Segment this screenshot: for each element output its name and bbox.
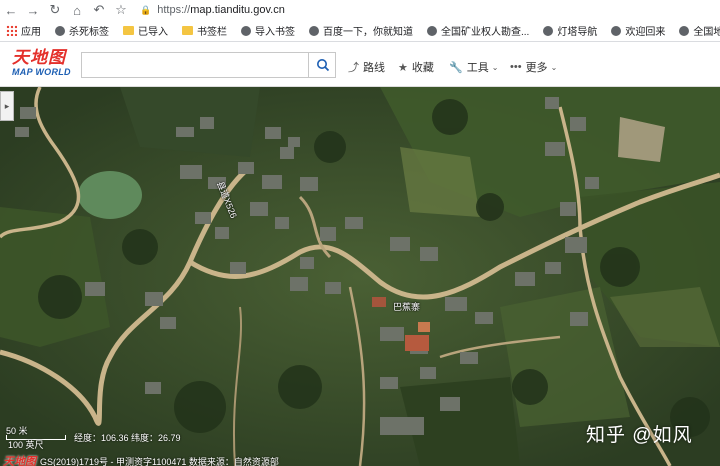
bookmark-label: 全国地质资料馆	[693, 27, 720, 38]
village-label: 巴蕉寨	[393, 302, 421, 312]
tools-menu[interactable]: 🔧 工具 ⌄	[449, 59, 502, 75]
reload-icon[interactable]: ↻	[44, 0, 66, 20]
bookmark-item[interactable]: 杀死标签	[55, 23, 109, 38]
apps-grid-icon	[6, 25, 17, 36]
logo-chinese: 天地图	[12, 48, 66, 68]
bookmark-item[interactable]: 全国地质资料馆	[679, 23, 720, 38]
folder-icon	[182, 26, 193, 35]
tools-label: 工具	[466, 62, 489, 74]
back-arrow-icon[interactable]: ←	[0, 0, 22, 20]
undo-icon[interactable]: ↶	[88, 0, 110, 20]
bookmark-item[interactable]: 书签栏	[182, 23, 227, 38]
more-dots-icon: •••	[510, 61, 522, 73]
globe-icon	[55, 25, 65, 36]
folder-icon	[123, 26, 134, 35]
globe-icon	[679, 25, 690, 36]
route-icon: ⤴	[348, 62, 359, 74]
address-bar[interactable]: 🔒 https:// map.tianditu.gov.cn	[140, 2, 718, 18]
globe-icon	[611, 25, 622, 36]
tianditu-logo[interactable]: 天地图 MAP WORLD	[12, 50, 72, 80]
chevron-down-icon: ⌄	[550, 62, 558, 72]
globe-icon	[241, 25, 251, 36]
scale-imperial: 100 英尺	[8, 440, 44, 450]
forward-arrow-icon[interactable]: →	[22, 0, 44, 20]
url-scheme: https://	[157, 4, 191, 16]
bookmarks-bar: 应用 杀死标签 已导入 书签栏 导入书签 百度一下，你就知道 全国矿业权人勘查... 灯塔导航…	[0, 20, 720, 42]
wrench-icon: 🔧	[449, 61, 463, 74]
satellite-imagery	[0, 87, 720, 466]
bookmark-item[interactable]: 百度一下，你就知道	[309, 23, 413, 38]
favorites-label: 收藏	[411, 62, 434, 74]
copyright-text: GS(2019)1719号 - 甲测资字1100471 数据来源：自然资源部	[40, 457, 279, 466]
lock-icon: 🔒	[140, 4, 152, 15]
logo-english: MAP WORLD	[12, 67, 71, 77]
browser-toolbar: ← → ↻ ⌂ ↶ ☆ 🔒 https:// map.tianditu.gov.…	[0, 0, 720, 20]
more-menu[interactable]: ••• 更多 ⌄	[510, 59, 561, 75]
bookmark-item[interactable]: 已导入	[123, 23, 168, 38]
bookmark-item[interactable]: 全国矿业权人勘查...	[427, 23, 529, 38]
more-label: 更多	[525, 62, 548, 74]
url-host: map.tianditu.gov.cn	[190, 4, 285, 16]
search-icon	[316, 59, 329, 72]
home-icon[interactable]: ⌂	[66, 0, 88, 20]
bookmark-label: 导入书签	[255, 27, 295, 38]
star-bookmark-icon[interactable]: ☆	[110, 0, 132, 20]
bookmark-item[interactable]: 应用	[6, 23, 41, 38]
search-input[interactable]	[81, 52, 336, 78]
star-icon: ★	[398, 61, 408, 74]
site-header: 天地图 MAP WORLD ⤴ 路线 ★ 收藏 🔧 工具 ⌄ ••• 更多 ⌄	[0, 42, 720, 87]
sidebar-toggle-arrow-icon[interactable]: ▸	[0, 91, 14, 121]
bookmark-label: 书签栏	[197, 27, 227, 38]
bookmark-item[interactable]: 灯塔导航	[543, 23, 597, 38]
route-label: 路线	[363, 62, 385, 74]
bookmark-item[interactable]: 欢迎回来	[611, 23, 665, 38]
coordinate-readout: 经度：106.36 纬度：26.79	[74, 433, 181, 443]
bookmark-label: 灯塔导航	[557, 27, 598, 38]
bookmark-label: 欢迎回来	[625, 27, 666, 38]
globe-icon	[427, 25, 437, 36]
route-menu[interactable]: ⤴ 路线	[348, 59, 385, 75]
bookmark-label: 杀死标签	[69, 27, 109, 38]
search-button[interactable]	[308, 52, 336, 78]
baidu-paw-icon	[309, 25, 319, 36]
footer-logo: 天地图	[3, 455, 36, 466]
chevron-down-icon: ⌄	[491, 62, 499, 72]
globe-icon	[543, 25, 554, 36]
bookmark-label: 应用	[21, 27, 41, 38]
satellite-map[interactable]: ▸ 县道X526 巴蕉寨 50 米 100 英尺 经度：106.36 纬度：26…	[0, 87, 720, 466]
bookmark-item[interactable]: 导入书签	[241, 23, 295, 38]
bookmark-label: 已导入	[138, 27, 168, 38]
bookmark-label: 全国矿业权人勘查...	[441, 27, 530, 38]
zhihu-watermark: 知乎 @如风	[586, 425, 693, 446]
favorites-menu[interactable]: ★ 收藏	[398, 59, 434, 75]
bookmark-label: 百度一下，你就知道	[323, 27, 413, 38]
